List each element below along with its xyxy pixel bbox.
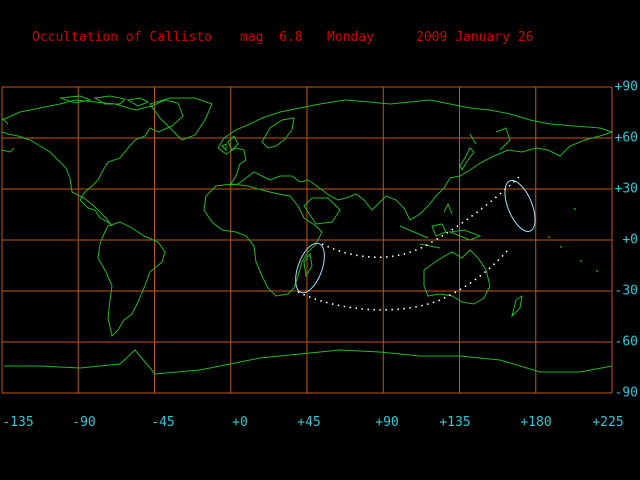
japan-coast [459, 147, 475, 172]
canadian-archipelago [59, 95, 150, 107]
north-america-coast [1, 99, 184, 227]
latitude-tick-label: +90 [614, 79, 638, 95]
occultation-overlay [295, 175, 536, 311]
northern-limit-path [321, 175, 521, 259]
latitude-tick-label: -60 [614, 334, 638, 350]
latitude-tick-label: -30 [614, 283, 638, 299]
latitude-tick-label: +60 [614, 130, 638, 146]
latitude-tick-label: +0 [622, 232, 638, 248]
longitude-tick-label: -90 [72, 415, 96, 430]
sakhalin-kamchatka [469, 127, 511, 151]
sunrise-limit-curve [295, 242, 325, 294]
sunset-limit-curve [504, 180, 536, 232]
graticule-grid [1, 86, 613, 394]
longitude-tick-label: +135 [439, 415, 471, 430]
world-map [1, 86, 614, 394]
longitude-tick-label: +0 [232, 415, 248, 430]
latitude-tick-label: -90 [614, 385, 638, 401]
eurasia-coast [217, 99, 614, 221]
longitude-tick-label: +45 [297, 415, 321, 430]
occultation-map-view: Occultation of Callisto mag 6.8 Monday 2… [0, 0, 640, 480]
arabia-coast [303, 197, 341, 225]
australia-coast [423, 249, 491, 305]
antarctica-coast [4, 349, 613, 375]
latitude-tick-label: +30 [614, 181, 638, 197]
longitude-tick-label: +90 [375, 415, 399, 430]
longitude-tick-label: -45 [151, 415, 175, 430]
new-zealand-coast [511, 294, 523, 318]
greenland-coast [149, 97, 213, 141]
longitude-tick-label: +225 [592, 415, 624, 430]
longitude-tick-label: -135 [2, 415, 34, 430]
southern-limit-path [297, 249, 509, 311]
scandinavia-coast [261, 117, 295, 149]
indonesia-islands [399, 202, 482, 249]
longitude-tick-label: +180 [520, 415, 552, 430]
